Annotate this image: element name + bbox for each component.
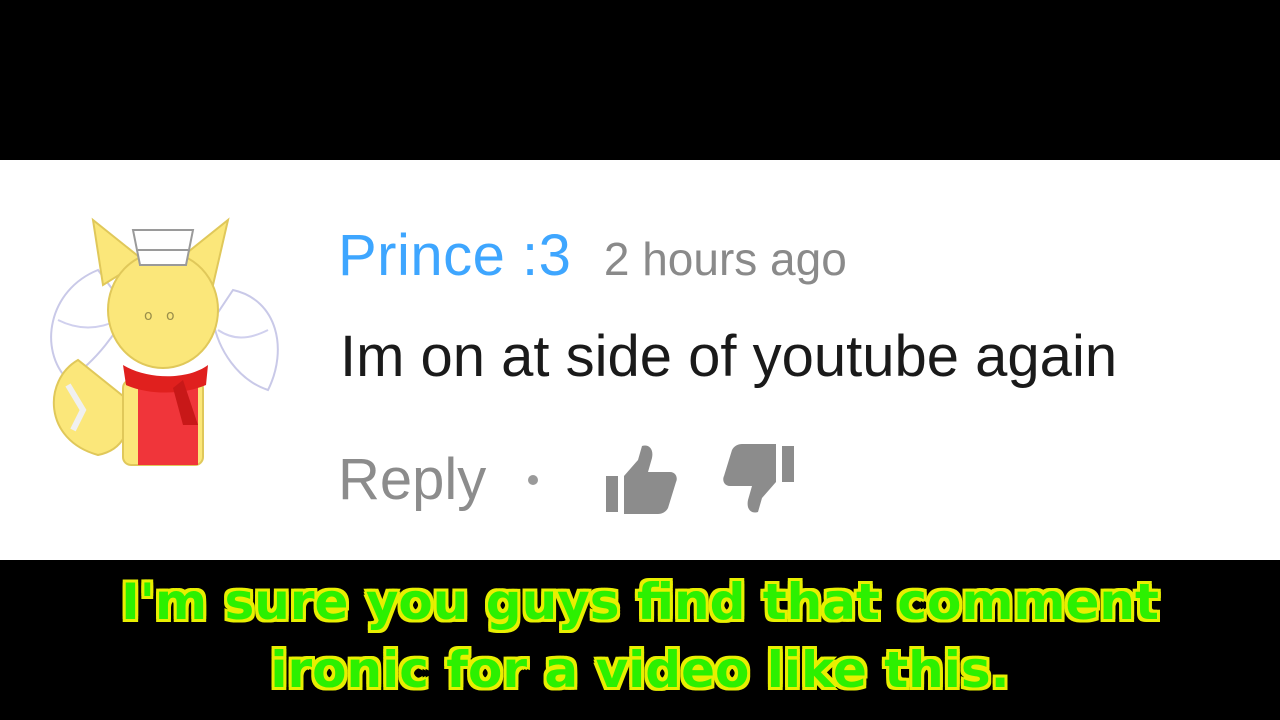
- svg-text:o: o: [166, 308, 175, 324]
- comment-card: o o Prince :3 2 hours ago Im on at side …: [0, 160, 1280, 560]
- top-letterbox: [0, 0, 1280, 160]
- comment-header: Prince :3 2 hours ago: [338, 222, 847, 289]
- reply-button[interactable]: Reply: [338, 446, 486, 513]
- avatar[interactable]: o o: [38, 210, 288, 470]
- separator-dot: [528, 475, 538, 485]
- svg-text:o: o: [144, 308, 153, 324]
- author-name[interactable]: Prince :3: [338, 223, 571, 288]
- bottom-letterbox: I'm sure you guys find that comment iron…: [0, 560, 1280, 720]
- fox-avatar-image: o o: [50, 217, 279, 466]
- thumbs-down-icon[interactable]: [722, 442, 796, 516]
- comment-text: Im on at side of youtube again: [340, 324, 1118, 389]
- caption-line-2: ironic for a video like this.: [270, 641, 1010, 699]
- comment-timestamp[interactable]: 2 hours ago: [604, 233, 847, 285]
- caption-line-1: I'm sure you guys find that comment: [121, 573, 1159, 631]
- thumbs-up-icon[interactable]: [604, 442, 678, 516]
- video-caption: I'm sure you guys find that comment iron…: [0, 568, 1280, 704]
